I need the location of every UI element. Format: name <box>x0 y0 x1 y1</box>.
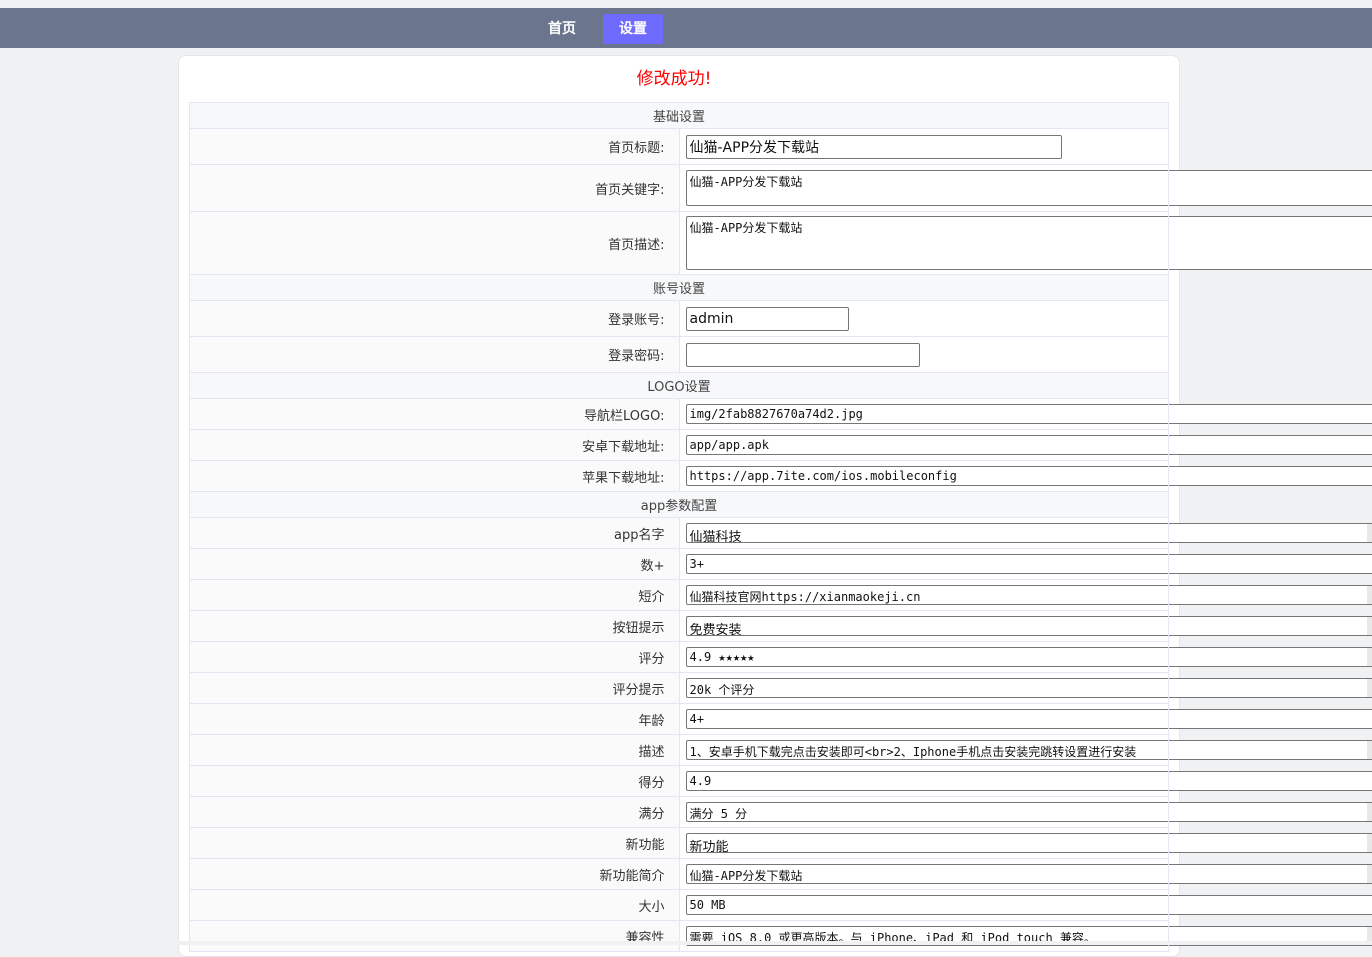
home-title-label: 首页标题: <box>190 129 680 165</box>
home-keywords-textarea[interactable]: 仙猫-APP分发下载站 <box>686 170 1372 206</box>
row-app-compat: 兼容性 需要 iOS 8.0 或更高版本。与 iPhone、iPad 和 iPo… <box>190 921 1169 952</box>
row-app-size: 大小 50 MB <box>190 890 1169 921</box>
app-rating-textarea[interactable]: 4.9 ★★★★★ <box>686 647 1372 667</box>
app-feature-intro-textarea[interactable]: 仙猫-APP分发下载站 <box>686 864 1372 884</box>
app-button-textarea[interactable]: 免费安装 <box>686 616 1372 636</box>
app-name-label: app名字 <box>190 518 680 549</box>
row-app-description: 描述 1、安卓手机下载完点击安装即可<br>2、Iphone手机点击安装完跳转设… <box>190 735 1169 766</box>
success-message: 修改成功! <box>179 64 1169 89</box>
nav-logo-label: 导航栏LOGO: <box>190 399 680 430</box>
app-rating-tip-label: 评分提示 <box>190 673 680 704</box>
section-row-account: 账号设置 <box>190 275 1169 301</box>
password-input[interactable] <box>686 343 920 367</box>
row-app-rating: 评分 4.9 ★★★★★ <box>190 642 1169 673</box>
nav-settings-link[interactable]: 设置 <box>603 14 663 44</box>
settings-panel: 修改成功! 基础设置 首页标题: 首页关键字: 仙猫-APP分发下载站 首页描述… <box>178 55 1180 957</box>
section-row-logo: LOGO设置 <box>190 373 1169 399</box>
row-home-title: 首页标题: <box>190 129 1169 165</box>
row-app-rating-tip: 评分提示 20k 个评分 <box>190 673 1169 704</box>
app-count-textarea[interactable]: 3+ <box>686 554 1372 574</box>
app-description-textarea[interactable]: 1、安卓手机下载完点击安装即可<br>2、Iphone手机点击安装完跳转设置进行… <box>686 740 1372 760</box>
username-input[interactable] <box>686 307 849 331</box>
row-app-intro: 短介 仙猫科技官网https://xianmaokeji.cn <box>190 580 1169 611</box>
top-strip <box>0 0 1372 8</box>
app-feature-intro-label: 新功能简介 <box>190 859 680 890</box>
app-rating-label: 评分 <box>190 642 680 673</box>
row-android-url: 安卓下载地址: app/app.apk <box>190 430 1169 461</box>
app-rating-tip-textarea[interactable]: 20k 个评分 <box>686 678 1372 698</box>
settings-table: 基础设置 首页标题: 首页关键字: 仙猫-APP分发下载站 首页描述: 仙猫-A… <box>189 102 1169 952</box>
row-ios-url: 苹果下载地址: https://app.7ite.com/ios.mobilec… <box>190 461 1169 492</box>
section-row-app: app参数配置 <box>190 492 1169 518</box>
app-description-label: 描述 <box>190 735 680 766</box>
nav-logo-textarea[interactable]: img/2fab8827670a74d2.jpg <box>686 404 1372 424</box>
app-name-textarea[interactable]: 仙猫科技 <box>686 523 1372 543</box>
android-url-label: 安卓下载地址: <box>190 430 680 461</box>
row-password: 登录密码: <box>190 337 1169 373</box>
section-title-account: 账号设置 <box>190 275 1169 301</box>
app-score-textarea[interactable]: 4.9 <box>686 771 1372 791</box>
row-home-description: 首页描述: 仙猫-APP分发下载站 <box>190 212 1169 275</box>
row-nav-logo: 导航栏LOGO: img/2fab8827670a74d2.jpg <box>190 399 1169 430</box>
app-feature-label: 新功能 <box>190 828 680 859</box>
top-navbar: 首页 设置 <box>0 8 1372 48</box>
username-label: 登录账号: <box>190 301 680 337</box>
ios-url-textarea[interactable]: https://app.7ite.com/ios.mobileconfig <box>686 466 1372 486</box>
home-keywords-label: 首页关键字: <box>190 165 680 212</box>
app-feature-textarea[interactable]: 新功能 <box>686 833 1372 853</box>
row-app-full-score: 满分 满分 5 分 <box>190 797 1169 828</box>
home-description-label: 首页描述: <box>190 212 680 275</box>
ios-url-label: 苹果下载地址: <box>190 461 680 492</box>
bottom-edge <box>0 941 1372 945</box>
section-title-app: app参数配置 <box>190 492 1169 518</box>
row-app-name: app名字 仙猫科技 <box>190 518 1169 549</box>
app-button-label: 按钮提示 <box>190 611 680 642</box>
section-row-basic: 基础设置 <box>190 103 1169 129</box>
app-compat-label: 兼容性 <box>190 921 680 952</box>
row-username: 登录账号: <box>190 301 1169 337</box>
row-app-age: 年龄 4+ <box>190 704 1169 735</box>
home-title-input[interactable] <box>686 135 1062 159</box>
app-score-label: 得分 <box>190 766 680 797</box>
app-size-label: 大小 <box>190 890 680 921</box>
row-app-feature-intro: 新功能简介 仙猫-APP分发下载站 <box>190 859 1169 890</box>
section-title-logo: LOGO设置 <box>190 373 1169 399</box>
nav-home-link[interactable]: 首页 <box>536 14 588 44</box>
row-app-feature: 新功能 新功能 <box>190 828 1169 859</box>
password-label: 登录密码: <box>190 337 680 373</box>
row-app-score: 得分 4.9 <box>190 766 1169 797</box>
section-title-basic: 基础设置 <box>190 103 1169 129</box>
app-age-textarea[interactable]: 4+ <box>686 709 1372 729</box>
app-full-score-label: 满分 <box>190 797 680 828</box>
row-app-count: 数+ 3+ <box>190 549 1169 580</box>
home-description-textarea[interactable]: 仙猫-APP分发下载站 <box>686 216 1372 270</box>
app-full-score-textarea[interactable]: 满分 5 分 <box>686 802 1372 822</box>
app-size-textarea[interactable]: 50 MB <box>686 895 1372 915</box>
row-app-button: 按钮提示 免费安装 <box>190 611 1169 642</box>
android-url-textarea[interactable]: app/app.apk <box>686 435 1372 455</box>
app-intro-textarea[interactable]: 仙猫科技官网https://xianmaokeji.cn <box>686 585 1372 605</box>
row-home-keywords: 首页关键字: 仙猫-APP分发下载站 <box>190 165 1169 212</box>
app-intro-label: 短介 <box>190 580 680 611</box>
app-age-label: 年龄 <box>190 704 680 735</box>
app-count-label: 数+ <box>190 549 680 580</box>
